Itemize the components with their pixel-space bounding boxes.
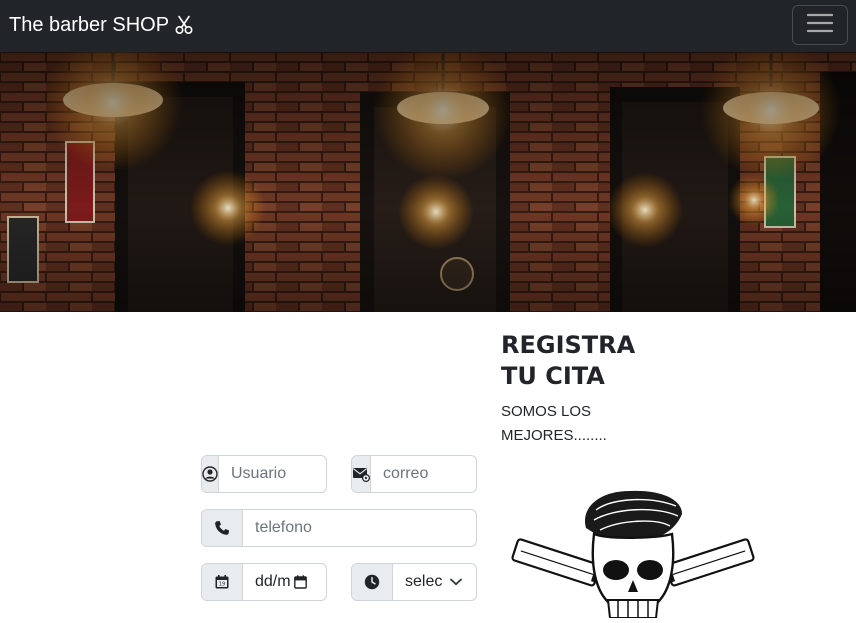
calendar-picker-icon[interactable] xyxy=(293,575,307,589)
brand-link[interactable]: The barber SHOP xyxy=(9,13,193,37)
calendar-icon: 19 xyxy=(202,564,243,600)
user-circle-icon xyxy=(202,456,219,492)
telefono-input-group xyxy=(201,509,477,547)
chevron-down-icon xyxy=(450,578,462,586)
register-section: REGISTRA TU CITA SOMOS LOS MEJORES......… xyxy=(501,330,801,448)
time-select-group: selec xyxy=(351,563,477,601)
correo-input-group xyxy=(351,455,477,493)
navbar-toggler-button[interactable] xyxy=(792,5,848,45)
brand-text: The barber SHOP xyxy=(9,14,170,36)
time-select-value: selec xyxy=(405,573,443,590)
skull-razors-illustration xyxy=(510,488,756,619)
register-title: REGISTRA TU CITA xyxy=(501,331,636,390)
svg-text:19: 19 xyxy=(219,582,225,588)
usuario-input[interactable] xyxy=(219,456,326,492)
envelope-at-icon xyxy=(352,456,371,492)
telefono-input[interactable] xyxy=(243,510,476,546)
phone-icon xyxy=(202,510,243,546)
register-subtitle: SOMOS LOS MEJORES........ xyxy=(501,403,607,444)
navbar: The barber SHOP xyxy=(0,0,856,52)
time-select[interactable]: selec xyxy=(393,564,476,600)
correo-input[interactable] xyxy=(371,456,476,492)
date-input-group: 19 dd/m xyxy=(201,563,327,601)
hero-image xyxy=(0,52,856,312)
scissors-icon xyxy=(175,15,193,35)
hamburger-menu-icon xyxy=(806,13,834,38)
date-value: dd/m xyxy=(255,573,291,590)
clock-icon xyxy=(352,564,393,600)
date-input[interactable]: dd/m xyxy=(243,564,326,600)
usuario-input-group xyxy=(201,455,327,493)
